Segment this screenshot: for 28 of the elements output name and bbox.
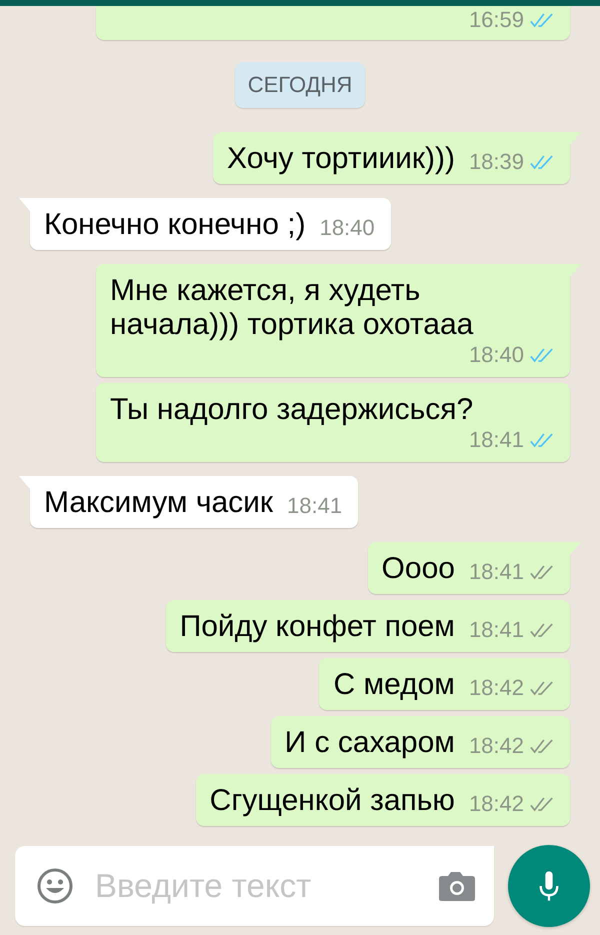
message-input[interactable]: Введите текст: [15, 846, 494, 926]
message-time: 18:42: [468, 733, 524, 759]
message-text: Ты надолго задержисься?: [110, 393, 474, 427]
microphone-button[interactable]: [508, 845, 590, 927]
message-time: 18:42: [468, 791, 524, 817]
message-text: И с сахаром: [284, 726, 455, 760]
message-time: 18:40: [468, 342, 524, 368]
message-text: Пойду конфет поем: [180, 610, 455, 644]
microphone-icon: [538, 869, 560, 903]
message-input-field[interactable]: Введите текст: [95, 867, 416, 905]
message-time: 18:42: [468, 675, 524, 701]
message-text: Мне кажется, я худеть начала))) тортика охотааа: [110, 274, 474, 342]
smiley-icon[interactable]: [37, 868, 73, 904]
message-time: 18:41: [287, 493, 342, 519]
message-text: Оооо: [382, 552, 455, 586]
message-text: Конечно конечно ;): [44, 208, 306, 242]
message-time: 18:41: [468, 427, 524, 453]
message-text: Хочу тортииик))): [227, 142, 455, 176]
message-time: 16:59: [468, 7, 524, 33]
message-time: 18:41: [468, 559, 524, 585]
message-text: Максимум часик: [44, 486, 274, 520]
message-text: Сгущенкой запью: [210, 784, 455, 818]
camera-icon[interactable]: [438, 870, 476, 902]
message-time: 18:40: [320, 215, 375, 241]
message-text: С медом: [333, 668, 455, 702]
message-time: 18:39: [468, 149, 524, 175]
message-time: 18:41: [468, 617, 524, 643]
date-label: СЕГОДНЯ: [234, 62, 366, 108]
